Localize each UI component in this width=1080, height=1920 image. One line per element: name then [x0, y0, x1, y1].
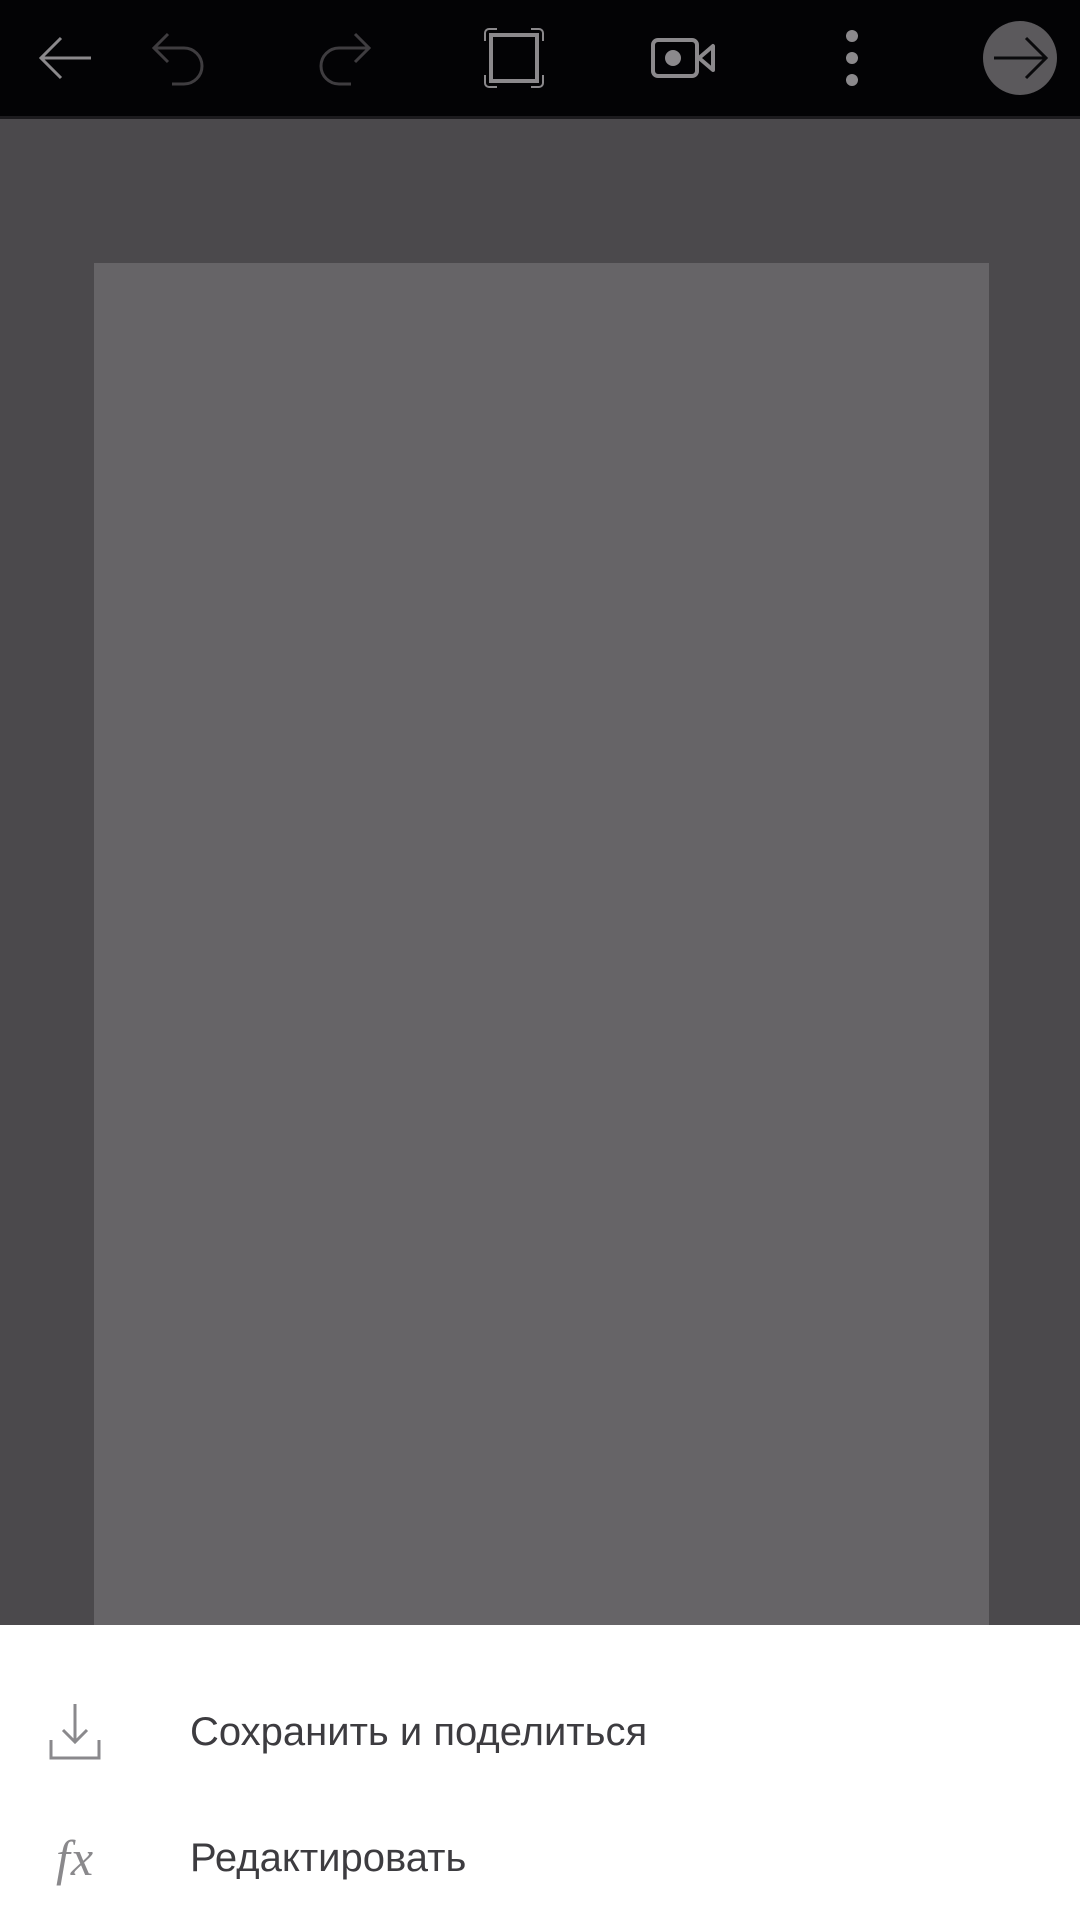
save-and-share-label: Сохранить и поделиться [190, 1709, 648, 1754]
download-icon [40, 1697, 110, 1767]
editor-screen: Сохранить и поделиться fx Редактировать [0, 0, 1080, 1920]
redo-icon [319, 32, 372, 86]
fullscreen-frame-icon [484, 28, 544, 88]
edit-menu-item[interactable]: fx Редактировать [0, 1795, 1080, 1920]
fullscreen-button[interactable] [449, 0, 579, 116]
save-and-share-menu-item[interactable]: Сохранить и поделиться [0, 1669, 1080, 1795]
undo-button[interactable] [113, 0, 243, 116]
video-camera-icon [651, 38, 715, 78]
edit-label: Редактировать [190, 1835, 467, 1880]
fx-icon-text: fx [55, 1830, 95, 1886]
top-toolbar [0, 0, 1080, 119]
redo-button[interactable] [280, 0, 410, 116]
more-vertical-icon [846, 30, 858, 86]
more-button[interactable] [787, 0, 917, 116]
bottom-sheet-menu: Сохранить и поделиться fx Редактировать [0, 1625, 1080, 1920]
back-button[interactable] [0, 0, 130, 116]
arrow-right-circle-icon [983, 21, 1057, 95]
fx-icon: fx [40, 1823, 110, 1893]
undo-icon [151, 32, 204, 86]
record-button[interactable] [618, 0, 748, 116]
canvas-page[interactable] [94, 263, 989, 1625]
arrow-left-icon [38, 36, 91, 80]
next-button[interactable] [955, 0, 1080, 116]
